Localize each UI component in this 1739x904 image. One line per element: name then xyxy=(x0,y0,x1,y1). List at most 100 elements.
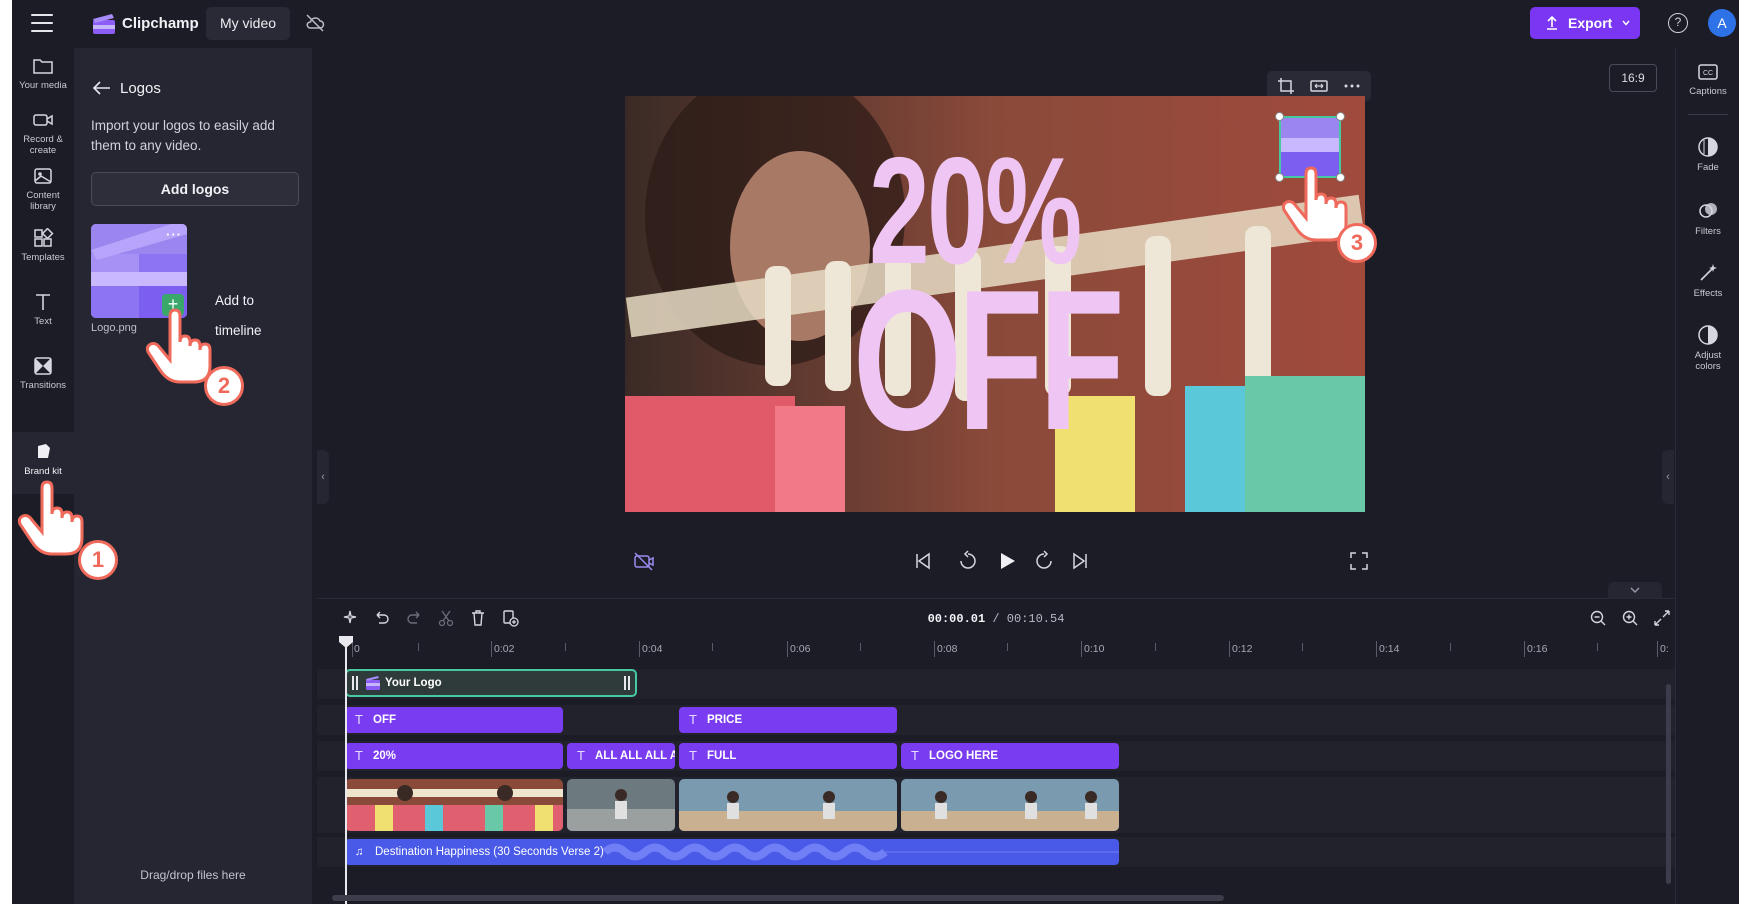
sidebar-item-label: Adjust colors xyxy=(1694,350,1722,372)
chevron-down-icon xyxy=(1622,20,1630,26)
sidebar-item-record-create[interactable]: Record & create xyxy=(12,110,74,156)
upload-icon xyxy=(1547,15,1557,30)
sidebar-item-filters[interactable]: Filters xyxy=(1676,200,1739,237)
timeline-horizontal-scrollbar[interactable] xyxy=(332,895,1224,901)
cloud-off-icon[interactable] xyxy=(305,14,325,32)
ruler-label: 0 xyxy=(354,643,360,655)
trim-handle-right[interactable] xyxy=(624,676,630,690)
collapse-right-panel-button[interactable]: ‹ xyxy=(1662,450,1674,504)
more-options-icon[interactable] xyxy=(1343,77,1361,95)
ruler-tick xyxy=(491,641,492,657)
clipchamp-app: Clipchamp My video Export ? A Your media… xyxy=(12,0,1739,904)
skip-forward-icon[interactable] xyxy=(1069,550,1091,572)
video-preview-canvas[interactable]: 20% OFF xyxy=(625,96,1365,512)
sidebar-item-label: Transitions xyxy=(19,380,67,391)
sidebar-item-fade[interactable]: Fade xyxy=(1676,136,1739,173)
video-thumbnail xyxy=(901,779,1119,831)
back-arrow-icon[interactable] xyxy=(92,80,112,96)
resize-handle[interactable] xyxy=(1275,112,1284,121)
text-clip-logo-here[interactable]: T LOGO HERE xyxy=(901,743,1119,769)
add-logos-button[interactable]: Add logos xyxy=(91,172,299,206)
logo-thumbnail[interactable]: ··· + xyxy=(91,224,187,318)
ruler-tick xyxy=(352,641,353,657)
sidebar-item-label: Content library xyxy=(26,190,60,212)
logo-clip-label: Your Logo xyxy=(385,677,442,689)
sidebar-item-transitions[interactable]: Transitions xyxy=(12,356,74,391)
sidebar-item-text[interactable]: Text xyxy=(12,292,74,327)
sidebar-item-captions[interactable]: CC Captions xyxy=(1676,62,1739,97)
fit-icon[interactable] xyxy=(1310,77,1328,95)
help-icon[interactable]: ? xyxy=(1668,13,1688,33)
ruler-tick xyxy=(639,641,640,657)
crop-icon[interactable] xyxy=(1277,77,1295,95)
overlay-text-off[interactable]: OFF xyxy=(853,261,1125,461)
play-icon[interactable] xyxy=(996,550,1018,572)
time-ruler[interactable]: 0 0:02 0:04 0:06 0:08 0:10 0:12 0:14 0:1 xyxy=(317,639,1675,659)
ruler-tick xyxy=(1597,643,1598,651)
video-thumbnail xyxy=(679,779,897,831)
zoom-in-icon[interactable] xyxy=(1621,609,1639,627)
skip-back-icon[interactable] xyxy=(912,550,934,572)
ruler-tick xyxy=(565,643,566,651)
export-button[interactable]: Export xyxy=(1530,7,1640,39)
dragdrop-hint: Drag/drop files here xyxy=(140,868,246,882)
sidebar-item-adjust-colors[interactable]: Adjust colors xyxy=(1676,324,1739,372)
left-sidebar: Your media Record & create Content libra… xyxy=(12,48,74,904)
collapse-panel-button[interactable]: ‹ xyxy=(317,450,329,504)
text-clip-20-percent[interactable]: T 20% xyxy=(345,743,563,769)
timeline-vertical-scrollbar[interactable] xyxy=(1666,684,1671,884)
text-icon: T xyxy=(689,748,697,763)
video-title-field[interactable]: My video xyxy=(206,7,291,40)
zoom-out-icon[interactable] xyxy=(1589,609,1607,627)
sidebar-item-your-media[interactable]: Your media xyxy=(12,56,74,91)
sidebar-item-label: Filters xyxy=(1695,226,1721,237)
audio-clip-label: Destination Happiness (30 Seconds Verse … xyxy=(375,846,604,858)
video-clip[interactable] xyxy=(679,779,897,831)
expand-timeline-button[interactable] xyxy=(1608,582,1662,598)
text-clip-full[interactable]: T FULL xyxy=(679,743,897,769)
logo-filename: Logo.png xyxy=(91,322,137,334)
chevron-down-icon xyxy=(1630,587,1640,593)
clipchamp-logo-icon xyxy=(93,14,115,34)
menu-icon[interactable] xyxy=(31,14,53,32)
avatar[interactable]: A xyxy=(1708,9,1736,37)
ruler-label: 0:06 xyxy=(790,643,811,655)
ruler-label: 0: xyxy=(1660,643,1669,655)
adjust-colors-icon xyxy=(1698,325,1718,345)
logo-clip[interactable]: Your Logo xyxy=(345,669,637,697)
video-clip[interactable] xyxy=(345,779,563,831)
rewind-5s-icon[interactable] xyxy=(957,550,979,572)
ruler-tick xyxy=(1007,643,1008,651)
fullscreen-icon[interactable] xyxy=(1348,550,1370,572)
resize-handle[interactable] xyxy=(1336,112,1345,121)
aspect-ratio-button[interactable]: 16:9 xyxy=(1609,64,1657,92)
text-icon: T xyxy=(355,712,363,727)
text-clip-off[interactable]: T OFF xyxy=(345,707,563,733)
text-clip-label: OFF xyxy=(373,714,396,726)
audio-clip[interactable]: ♫ Destination Happiness (30 Seconds Vers… xyxy=(345,839,1119,865)
transitions-icon xyxy=(34,357,52,375)
text-clip-price[interactable]: T PRICE xyxy=(679,707,897,733)
sidebar-item-effects[interactable]: Effects xyxy=(1676,262,1739,299)
sidebar-item-content-library[interactable]: Content library xyxy=(12,166,74,212)
forward-5s-icon[interactable] xyxy=(1033,550,1055,572)
more-options-icon[interactable]: ··· xyxy=(166,227,182,242)
camera-icon xyxy=(33,114,53,126)
sidebar-item-label: Record & create xyxy=(23,134,63,156)
folder-icon xyxy=(33,59,53,74)
sidebar-item-templates[interactable]: Templates xyxy=(12,228,74,263)
ruler-label: 0:08 xyxy=(937,643,958,655)
text-clip-all[interactable]: T ALL ALL ALL A xyxy=(567,743,675,769)
ruler-tick xyxy=(860,643,861,651)
video-thumbnail xyxy=(345,779,563,831)
ruler-tick xyxy=(1229,641,1230,657)
text-clip-label: LOGO HERE xyxy=(929,750,999,762)
sidebar-item-label: Fade xyxy=(1697,162,1719,173)
ruler-label: 0:16 xyxy=(1527,643,1548,655)
video-clip[interactable] xyxy=(567,779,675,831)
video-clip[interactable] xyxy=(901,779,1119,831)
fit-timeline-icon[interactable] xyxy=(1653,609,1671,627)
magic-camera-icon[interactable] xyxy=(633,550,655,572)
text-icon xyxy=(36,294,50,310)
trim-handle-left[interactable] xyxy=(352,676,358,690)
